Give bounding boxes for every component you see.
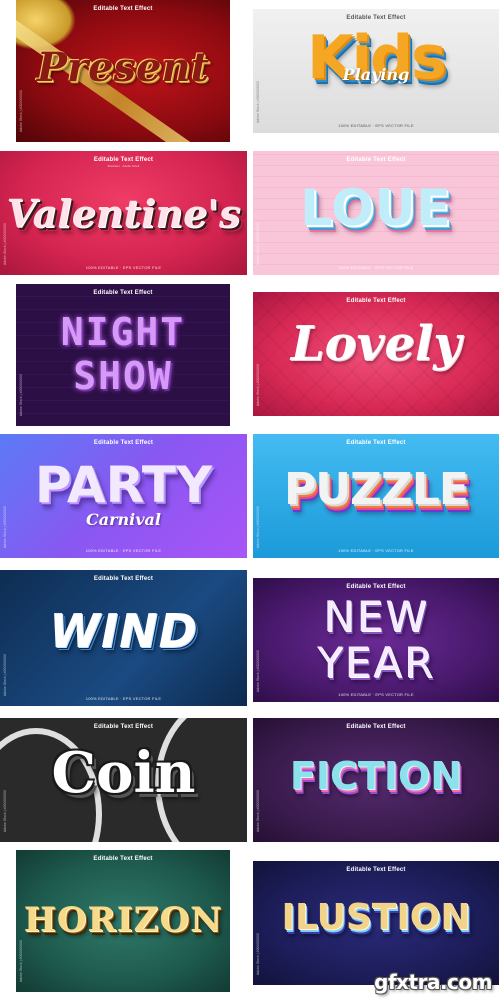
- tile-horizon[interactable]: Editable Text Effect HORIZON Adobe Stock…: [16, 850, 230, 992]
- tile-footer: 100% EDITABLE · EPS VECTOR FILE: [338, 692, 414, 697]
- tile-puzzle[interactable]: Editable Text Effect PUZZLE 100% EDITABL…: [253, 434, 499, 558]
- tile-header: Editable Text Effect: [346, 157, 406, 163]
- side-credit: Adobe Stock | #000000000: [3, 222, 7, 265]
- tile-footer: 100% EDITABLE · EPS VECTOR FILE: [85, 265, 162, 270]
- tile-footer: 100% EDITABLE · EPS VECTOR FILE: [338, 123, 414, 128]
- side-credit: Adobe Stock | #000000000: [256, 222, 260, 265]
- tile-fiction[interactable]: Editable Text Effect FICTION Adobe Stock…: [253, 718, 499, 842]
- tile-header: Editable Text Effect: [93, 576, 154, 582]
- tile-footer: 100% EDITABLE · EPS VECTOR FILE: [338, 548, 414, 553]
- side-credit: Adobe Stock | #000000000: [19, 373, 23, 416]
- tile-present[interactable]: Editable Text Effect Present Adobe Stock…: [16, 0, 230, 142]
- side-credit: Adobe Stock | #000000000: [3, 789, 7, 832]
- watermark: gfxtra.com: [374, 970, 492, 994]
- tile-header: Editable Text Effect: [93, 157, 154, 163]
- tile-header: Editable Text Effect: [346, 724, 406, 730]
- tile-title: Present: [36, 44, 210, 91]
- side-credit: Adobe Stock | #000000000: [256, 649, 260, 692]
- side-credit: Adobe Stock | #000000000: [256, 505, 260, 548]
- tile-header: Editable Text Effect: [93, 440, 154, 446]
- tile-header: Editable Text Effect: [93, 724, 154, 730]
- tile-title: ILUSTION: [281, 897, 471, 938]
- tile-header: Editable Text Effect: [93, 856, 153, 862]
- tile-night-show[interactable]: Editable Text Effect NIGHT SHOW Adobe St…: [16, 284, 230, 426]
- tile-title: Lovely: [290, 316, 462, 372]
- tile-footer: 100% EDITABLE · EPS VECTOR FILE: [85, 548, 162, 553]
- tile-header: Editable Text Effect: [346, 867, 406, 873]
- tile-title: PARTY: [34, 456, 213, 514]
- tile-valentines[interactable]: Editable Text Effect Illustrator · Adobe…: [0, 151, 247, 275]
- tile-party[interactable]: Editable Text Effect PARTY Carnival 100%…: [0, 434, 247, 558]
- side-credit: Adobe Stock | #000000000: [256, 80, 260, 123]
- tile-header: Editable Text Effect: [93, 290, 153, 296]
- tile-footer: 100% EDITABLE · EPS VECTOR FILE: [338, 265, 414, 270]
- tile-wind[interactable]: Editable Text Effect WIND 100% EDITABLE …: [0, 570, 247, 706]
- tile-love[interactable]: Editable Text Effect LOUE 100% EDITABLE …: [253, 151, 499, 275]
- tile-subtitle: Playing: [342, 65, 410, 84]
- tile-header: Editable Text Effect: [346, 584, 406, 590]
- tile-header-sub: Illustrator · Adobe Stock: [107, 164, 140, 168]
- tile-title: Valentine's: [6, 191, 241, 236]
- tile-title: FICTION: [289, 754, 463, 798]
- side-credit: Adobe Stock | #000000000: [19, 939, 23, 982]
- tile-new-year[interactable]: Editable Text Effect NEW YEAR 100% EDITA…: [253, 578, 499, 702]
- tile-footer: 100% EDITABLE · EPS VECTOR FILE: [85, 696, 162, 701]
- side-credit: Adobe Stock | #000000000: [256, 363, 260, 406]
- side-credit: Adobe Stock | #000000000: [3, 505, 7, 548]
- tile-title: Coin: [51, 740, 196, 806]
- tile-title: PUZZLE: [284, 464, 469, 515]
- side-credit: Adobe Stock | #000000000: [256, 932, 260, 975]
- side-credit: Adobe Stock | #000000000: [19, 89, 23, 132]
- tile-kids[interactable]: Editable Text Effect Kids Playing 100% E…: [253, 9, 499, 133]
- tile-title: LOUE: [300, 179, 452, 237]
- tile-ilustion[interactable]: Editable Text Effect ILUSTION Adobe Stoc…: [253, 861, 499, 985]
- tile-title: HORIZON: [23, 900, 223, 940]
- tile-lovely[interactable]: Editable Text Effect Lovely Adobe Stock …: [253, 292, 499, 416]
- tile-title-line2: YEAR: [316, 638, 436, 687]
- tile-header: Editable Text Effect: [346, 440, 406, 446]
- tile-title: WIND: [49, 604, 198, 658]
- tile-header: Editable Text Effect: [346, 298, 406, 304]
- tile-header: Editable Text Effect: [346, 15, 406, 21]
- tile-title-line1: NEW: [323, 592, 429, 641]
- tile-subtitle: Carnival: [86, 510, 161, 529]
- tile-header: Editable Text Effect: [93, 6, 153, 12]
- tile-title-line2: SHOW: [73, 354, 173, 398]
- tile-title-line1: NIGHT: [60, 310, 186, 354]
- tile-coin[interactable]: Editable Text Effect Coin Adobe Stock | …: [0, 718, 247, 842]
- side-credit: Adobe Stock | #000000000: [256, 789, 260, 832]
- side-credit: Adobe Stock | #000000000: [3, 653, 7, 696]
